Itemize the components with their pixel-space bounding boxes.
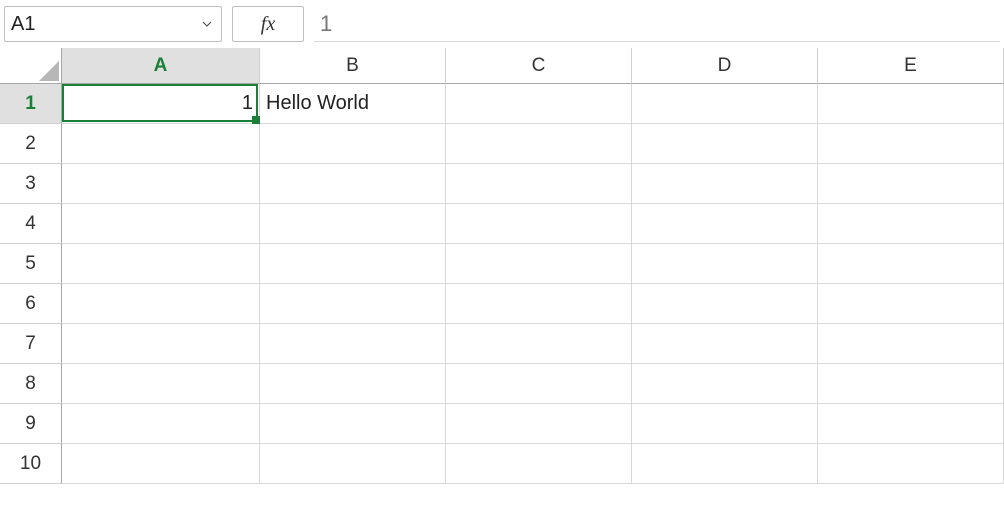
col-header-E[interactable]: E bbox=[818, 48, 1004, 84]
cell-C8[interactable] bbox=[446, 364, 632, 404]
fx-button[interactable]: fx bbox=[232, 6, 304, 42]
col-header-C[interactable]: C bbox=[446, 48, 632, 84]
cell-B2[interactable] bbox=[260, 124, 446, 164]
formula-bar: A1 fx 1 bbox=[0, 0, 1004, 48]
cell-A4[interactable] bbox=[62, 204, 260, 244]
cell-E2[interactable] bbox=[818, 124, 1004, 164]
cell-D9[interactable] bbox=[632, 404, 818, 444]
cell-D4[interactable] bbox=[632, 204, 818, 244]
cell-A5[interactable] bbox=[62, 244, 260, 284]
select-all-corner[interactable] bbox=[0, 48, 62, 84]
row-header-2[interactable]: 2 bbox=[0, 124, 62, 164]
cell-A1[interactable]: 1 bbox=[62, 84, 260, 124]
cell-C7[interactable] bbox=[446, 324, 632, 364]
cell-B6[interactable] bbox=[260, 284, 446, 324]
row-2: 2 bbox=[0, 124, 1004, 164]
cell-D7[interactable] bbox=[632, 324, 818, 364]
row-3: 3 bbox=[0, 164, 1004, 204]
cell-B10[interactable] bbox=[260, 444, 446, 484]
col-header-B[interactable]: B bbox=[260, 48, 446, 84]
cell-D10[interactable] bbox=[632, 444, 818, 484]
cell-E10[interactable] bbox=[818, 444, 1004, 484]
cell-D5[interactable] bbox=[632, 244, 818, 284]
cell-A9[interactable] bbox=[62, 404, 260, 444]
fx-icon: fx bbox=[261, 13, 275, 36]
cell-C4[interactable] bbox=[446, 204, 632, 244]
cell-E7[interactable] bbox=[818, 324, 1004, 364]
row-4: 4 bbox=[0, 204, 1004, 244]
row-8: 8 bbox=[0, 364, 1004, 404]
cell-A3[interactable] bbox=[62, 164, 260, 204]
cell-E5[interactable] bbox=[818, 244, 1004, 284]
row-1: 1 1 Hello World bbox=[0, 84, 1004, 124]
cell-C9[interactable] bbox=[446, 404, 632, 444]
row-header-4[interactable]: 4 bbox=[0, 204, 62, 244]
select-all-triangle-icon bbox=[39, 61, 59, 81]
cell-B9[interactable] bbox=[260, 404, 446, 444]
chevron-down-icon[interactable] bbox=[199, 16, 215, 32]
cell-E3[interactable] bbox=[818, 164, 1004, 204]
row-9: 9 bbox=[0, 404, 1004, 444]
cell-B5[interactable] bbox=[260, 244, 446, 284]
name-box-container[interactable]: A1 bbox=[4, 6, 222, 42]
row-header-7[interactable]: 7 bbox=[0, 324, 62, 364]
cell-A10[interactable] bbox=[62, 444, 260, 484]
row-10: 10 bbox=[0, 444, 1004, 484]
cell-B4[interactable] bbox=[260, 204, 446, 244]
cell-A8[interactable] bbox=[62, 364, 260, 404]
cell-B8[interactable] bbox=[260, 364, 446, 404]
row-header-3[interactable]: 3 bbox=[0, 164, 62, 204]
col-header-D[interactable]: D bbox=[632, 48, 818, 84]
cell-E4[interactable] bbox=[818, 204, 1004, 244]
cell-C6[interactable] bbox=[446, 284, 632, 324]
row-7: 7 bbox=[0, 324, 1004, 364]
cell-C1[interactable] bbox=[446, 84, 632, 124]
cell-B3[interactable] bbox=[260, 164, 446, 204]
cell-C2[interactable] bbox=[446, 124, 632, 164]
cell-D3[interactable] bbox=[632, 164, 818, 204]
row-header-9[interactable]: 9 bbox=[0, 404, 62, 444]
cell-E9[interactable] bbox=[818, 404, 1004, 444]
cell-A2[interactable] bbox=[62, 124, 260, 164]
row-6: 6 bbox=[0, 284, 1004, 324]
fill-handle[interactable] bbox=[252, 116, 260, 124]
cell-E8[interactable] bbox=[818, 364, 1004, 404]
formula-value: 1 bbox=[320, 11, 332, 37]
spreadsheet-grid: A B C D E 1 1 Hello World 2 3 4 5 bbox=[0, 48, 1004, 484]
cell-D2[interactable] bbox=[632, 124, 818, 164]
cell-B1[interactable]: Hello World bbox=[260, 84, 446, 124]
cell-C10[interactable] bbox=[446, 444, 632, 484]
cell-D1[interactable] bbox=[632, 84, 818, 124]
row-header-6[interactable]: 6 bbox=[0, 284, 62, 324]
row-5: 5 bbox=[0, 244, 1004, 284]
col-header-A[interactable]: A bbox=[62, 48, 260, 84]
row-header-10[interactable]: 10 bbox=[0, 444, 62, 484]
cell-E1[interactable] bbox=[818, 84, 1004, 124]
cell-A7[interactable] bbox=[62, 324, 260, 364]
formula-input[interactable]: 1 bbox=[314, 6, 1000, 42]
row-header-5[interactable]: 5 bbox=[0, 244, 62, 284]
cell-C5[interactable] bbox=[446, 244, 632, 284]
cell-C3[interactable] bbox=[446, 164, 632, 204]
name-box[interactable]: A1 bbox=[11, 13, 199, 36]
cell-E6[interactable] bbox=[818, 284, 1004, 324]
row-header-1[interactable]: 1 bbox=[0, 84, 62, 124]
cell-B7[interactable] bbox=[260, 324, 446, 364]
cell-D8[interactable] bbox=[632, 364, 818, 404]
row-header-8[interactable]: 8 bbox=[0, 364, 62, 404]
column-header-row: A B C D E bbox=[0, 48, 1004, 84]
cell-D6[interactable] bbox=[632, 284, 818, 324]
cell-A6[interactable] bbox=[62, 284, 260, 324]
